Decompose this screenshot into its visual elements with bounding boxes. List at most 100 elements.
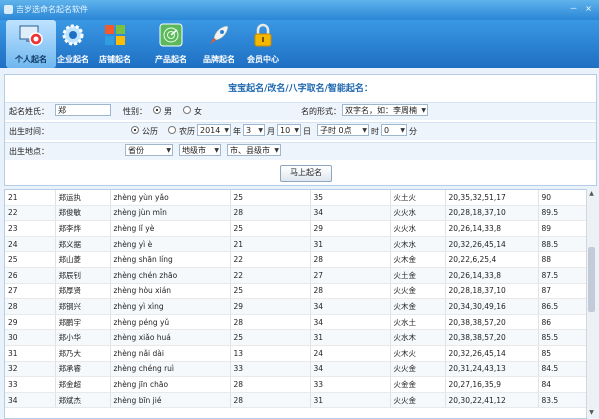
gender-male-radio[interactable] xyxy=(153,106,161,114)
cell-pinyin: zhèng xiǎo huá xyxy=(110,329,231,346)
gender-male-label: 男 xyxy=(164,107,172,116)
city-select[interactable]: 地级市 xyxy=(179,144,221,156)
year-select[interactable]: 2014 xyxy=(197,124,231,136)
results-scrollbar[interactable]: ▲ ▼ xyxy=(586,189,596,417)
tool-member-center[interactable]: 会员中心 xyxy=(238,20,288,68)
cell-score-a: 21 xyxy=(230,236,311,253)
cell-score-a: 13 xyxy=(230,345,311,362)
table-row[interactable]: 31 郑乃大 zhèng nǎi dài 13 24 火木火 20,32,26,45,14 8… xyxy=(5,345,586,362)
name-format-select[interactable]: 双字名，如：李周楠 xyxy=(342,104,428,116)
scrollbar-thumb[interactable] xyxy=(588,247,595,312)
table-row[interactable]: 26 郑辰钊 zhèng chén zhāo 22 27 火土金 20,26,14,33,8… xyxy=(5,267,586,284)
table-row[interactable]: 25 郑山菱 zhèng shān líng 22 28 火木金 20,22,6,25,4 8… xyxy=(5,251,586,268)
form-title: 宝宝起名/改名/八字取名/智能起名： xyxy=(228,84,373,94)
cell-five-elements: 火金金 xyxy=(390,376,446,393)
cell-five-elements: 火木水 xyxy=(390,236,446,253)
gender-female-label: 女 xyxy=(194,107,202,116)
minute-select[interactable]: 0 xyxy=(381,124,407,136)
cell-name: 郑李烨 xyxy=(55,220,111,237)
solar-calendar-radio[interactable] xyxy=(131,126,139,134)
county-select[interactable]: 市、县级市 xyxy=(227,144,281,156)
table-row[interactable]: 23 郑李烨 zhèng lǐ yè 25 29 火火水 20,26,14,33,8 89 xyxy=(5,220,586,237)
cell-score-a: 28 xyxy=(230,392,311,409)
cell-score-a: 25 xyxy=(230,190,311,206)
minimize-button[interactable]: － xyxy=(567,3,580,14)
table-row[interactable]: 21 郑运执 zhèng yùn yǎo 25 35 火土火 20,35,32,51,17 9… xyxy=(5,190,586,206)
cell-score-b: 34 xyxy=(310,205,391,222)
day-select[interactable]: 10 xyxy=(277,124,301,136)
scroll-down-icon[interactable]: ▼ xyxy=(587,408,596,417)
table-row[interactable]: 28 郑钢兴 zhèng yì xìng 29 34 火木金 20,34,30,49,16 8… xyxy=(5,298,586,315)
form-row-birth-place: 出生地点： 省份 地级市 市、县级市 xyxy=(5,142,596,160)
app-icon xyxy=(4,5,13,14)
cell-score-a: 29 xyxy=(230,298,311,315)
cell-total-score: 84.5 xyxy=(538,361,586,378)
submit-naming-button[interactable]: 马上起名 xyxy=(280,165,332,182)
cell-pinyin: zhèng chéng ruì xyxy=(110,361,231,378)
cell-five-elements: 火火金 xyxy=(390,361,446,378)
province-select[interactable]: 省份 xyxy=(125,144,173,156)
cell-strokes: 20,31,24,43,13 xyxy=(445,361,539,378)
cell-score-a: 25 xyxy=(230,329,311,346)
cell-score-b: 31 xyxy=(310,392,391,409)
table-row[interactable]: 33 郑金超 zhèng jīn chāo 28 33 火金金 20,27,16,35,9 8… xyxy=(5,376,586,393)
cell-row-index: 21 xyxy=(5,190,56,206)
cell-score-b: 34 xyxy=(310,298,391,315)
cell-strokes: 20,22,6,25,4 xyxy=(445,251,539,268)
scroll-up-icon[interactable]: ▲ xyxy=(587,189,596,198)
cell-name: 郑运执 xyxy=(55,190,111,206)
monitor-lifebuoy-icon xyxy=(19,25,43,46)
cell-five-elements: 火火金 xyxy=(390,392,446,409)
cell-five-elements: 火木金 xyxy=(390,251,446,268)
cell-pinyin: zhèng jùn mǐn xyxy=(110,205,231,222)
cell-score-b: 34 xyxy=(310,361,391,378)
lunar-calendar-radio[interactable] xyxy=(168,126,176,134)
cell-row-index: 23 xyxy=(5,220,56,237)
cell-strokes: 20,30,22,41,12 xyxy=(445,392,539,409)
hour-select[interactable]: 子时 0点 xyxy=(317,124,369,136)
cell-total-score: 89 xyxy=(538,220,586,237)
cell-score-b: 31 xyxy=(310,236,391,253)
table-row[interactable]: 27 郑厚贤 zhèng hòu xián 25 28 火火金 20,28,18,37,10… xyxy=(5,283,586,300)
surname-input[interactable]: 郑 xyxy=(55,104,111,116)
cell-strokes: 20,34,30,49,16 xyxy=(445,298,539,315)
cell-row-index: 34 xyxy=(5,392,56,409)
cell-row-index: 24 xyxy=(5,236,56,253)
cell-score-b: 27 xyxy=(310,267,391,284)
table-row[interactable]: 34 郑斌杰 zhèng bīn jié 28 31 火火金 20,30,22,41,12 8… xyxy=(5,392,586,409)
naming-form-panel: 宝宝起名/改名/八字取名/智能起名： 起名姓氏： 郑 性别： 男 女 名的形式：… xyxy=(4,74,597,186)
gender-label: 性别： xyxy=(123,107,147,116)
cell-score-b: 31 xyxy=(310,329,391,346)
cell-strokes: 20,35,32,51,17 xyxy=(445,190,539,206)
table-row[interactable]: 30 郑小华 zhèng xiǎo huá 25 31 火水木 20,38,38,57,20… xyxy=(5,329,586,346)
tool-product-naming[interactable]: 产品起名 xyxy=(146,20,196,68)
cell-total-score: 87.5 xyxy=(538,267,586,284)
table-row[interactable]: 29 郑鹏宇 zhèng péng yǔ 28 34 火水土 20,38,38,57,20 8… xyxy=(5,314,586,331)
cell-score-b: 33 xyxy=(310,376,391,393)
cell-score-b: 35 xyxy=(310,190,391,206)
cell-score-a: 28 xyxy=(230,314,311,331)
cell-pinyin: zhèng yì xìng xyxy=(110,298,231,315)
results-table-container: 21 郑运执 zhèng yùn yǎo 25 35 火土火 20,35,32,51,17 9… xyxy=(4,189,587,419)
cell-score-a: 22 xyxy=(230,251,311,268)
surname-label: 起名姓氏： xyxy=(9,107,49,116)
cell-total-score: 87 xyxy=(538,283,586,300)
cell-strokes: 20,32,26,45,14 xyxy=(445,345,539,362)
gender-female-radio[interactable] xyxy=(183,106,191,114)
table-row[interactable]: 24 郑义据 zhèng yì è 21 31 火木水 20,32,26,45,14 88.5 xyxy=(5,236,586,253)
cell-score-b: 34 xyxy=(310,314,391,331)
cell-five-elements: 火木火 xyxy=(390,345,446,362)
table-row[interactable]: 22 郑俊敏 zhèng jùn mǐn 28 34 火火水 20,28,18,37,10 8… xyxy=(5,205,586,222)
month-select[interactable]: 3 xyxy=(243,124,265,136)
cell-strokes: 20,27,16,35,9 xyxy=(445,376,539,393)
cell-five-elements: 火火金 xyxy=(390,283,446,300)
day-unit: 日 xyxy=(303,127,311,136)
close-button[interactable]: × xyxy=(582,3,595,14)
minute-unit: 分 xyxy=(409,127,417,136)
tool-brand-naming[interactable]: 品牌起名 xyxy=(194,20,244,68)
tool-shop-naming[interactable]: 店铺起名 xyxy=(90,20,140,68)
cell-name: 郑承睿 xyxy=(55,361,111,378)
table-row[interactable]: 32 郑承睿 zhèng chéng ruì 33 34 火火金 20,31,24,43,1… xyxy=(5,361,586,378)
cell-score-a: 28 xyxy=(230,376,311,393)
cell-name: 郑俊敏 xyxy=(55,205,111,222)
